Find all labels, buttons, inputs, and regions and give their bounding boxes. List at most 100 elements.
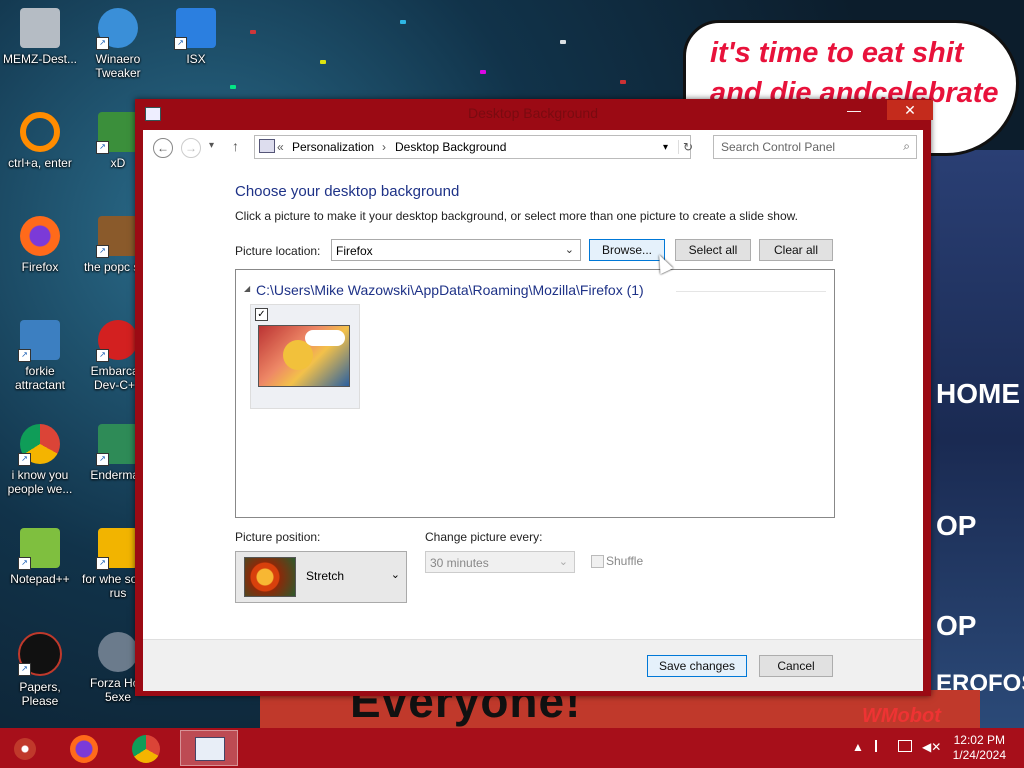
- group-collapse-icon[interactable]: ◢: [244, 284, 250, 293]
- shuffle-label: Shuffle: [606, 554, 644, 568]
- firefox-icon: [70, 735, 98, 763]
- refresh-button[interactable]: ↻: [678, 140, 693, 154]
- desktop-icon-label: Firefox: [21, 260, 59, 274]
- papers-please-icon: ↗: [18, 632, 62, 676]
- shortcut-arrow-icon: ↗: [18, 557, 31, 570]
- chevron-down-icon: ⌄: [564, 244, 574, 256]
- taskbar-chrome[interactable]: [120, 730, 172, 766]
- breadcrumb-personalization[interactable]: Personalization: [292, 140, 374, 154]
- taskbar-control-panel[interactable]: [180, 730, 238, 766]
- taskbar: ▲ ◀✕ 12:02 PM 1/24/2024: [0, 728, 1024, 768]
- desktop-icon-isx[interactable]: ↗ ISX: [156, 8, 236, 66]
- picture-group-header[interactable]: C:\Users\Mike Wazowski\AppData\Roaming\M…: [256, 282, 644, 298]
- clear-all-button[interactable]: Clear all: [759, 239, 833, 261]
- chevron-down-icon: ⌄: [390, 569, 400, 581]
- address-bar[interactable]: « Personalization › Desktop Background ▾…: [254, 135, 693, 159]
- picture-list[interactable]: ◢ C:\Users\Mike Wazowski\AppData\Roaming…: [235, 269, 835, 518]
- picture-location-select[interactable]: Firefox ⌄: [331, 239, 581, 261]
- volume-muted-icon[interactable]: ◀✕: [922, 740, 941, 754]
- system-clock[interactable]: 12:02 PM 1/24/2024: [953, 733, 1006, 763]
- desktop-icon-memz[interactable]: MEMZ-Dest...: [0, 8, 80, 66]
- breadcrumb-separator: ›: [382, 140, 386, 154]
- thumbnail-bubble-shape: [305, 330, 345, 346]
- search-input[interactable]: Search Control Panel ⌕: [713, 135, 917, 159]
- flag-icon[interactable]: [875, 740, 889, 752]
- desktop-icon-papers-please[interactable]: ↗ Papers, Please: [0, 632, 80, 708]
- window-client-area: ← → ▾ ↑ « Personalization › Desktop Back…: [143, 130, 923, 691]
- control-panel-icon: [259, 139, 275, 153]
- minimize-button[interactable]: —: [841, 100, 867, 120]
- flash-icon: [98, 632, 138, 672]
- save-changes-button[interactable]: Save changes: [647, 655, 747, 677]
- change-picture-label: Change picture every:: [425, 530, 543, 544]
- desktop-icon-label: Winaero Tweaker: [95, 52, 141, 80]
- strip-text: OP: [936, 610, 977, 641]
- notepadpp-icon: ↗: [18, 528, 60, 570]
- desktop-icon-label: Notepad++: [10, 572, 70, 586]
- window-app-icon: ↗: [96, 424, 138, 466]
- shortcut-arrow-icon: ↗: [96, 37, 109, 50]
- shortcut-arrow-icon: ↗: [174, 37, 187, 50]
- show-hidden-icons-button[interactable]: ▲: [852, 740, 864, 754]
- start-orb-icon: [14, 738, 36, 760]
- navigation-bar: ← → ▾ ↑ « Personalization › Desktop Back…: [143, 130, 923, 168]
- desktop-icon-label: xD: [110, 156, 126, 170]
- start-button[interactable]: [0, 730, 52, 766]
- strip-text: WMobot: [862, 705, 941, 727]
- search-placeholder: Search Control Panel: [721, 140, 836, 154]
- shortcut-arrow-icon: ↗: [18, 453, 31, 466]
- back-button[interactable]: ←: [153, 138, 173, 158]
- desktop-icon-winaero[interactable]: ↗ Winaero Tweaker: [78, 8, 158, 80]
- title-bar[interactable]: Desktop Background — ✕: [135, 99, 933, 129]
- thumbnail-checkbox[interactable]: ✓: [255, 308, 268, 321]
- shortcut-arrow-icon: ↗: [96, 557, 109, 570]
- monitor-gear-icon: ↗: [18, 320, 60, 362]
- firefox-icon: [20, 216, 60, 256]
- clock-time: 12:02 PM: [953, 733, 1005, 747]
- picture-location-label: Picture location:: [235, 244, 321, 258]
- address-dropdown-icon[interactable]: ▾: [663, 142, 668, 153]
- group-divider: [676, 291, 826, 292]
- search-icon[interactable]: ⌕: [903, 139, 910, 154]
- wallpaper-right-strip: HOME OP OP EROFOS: [930, 150, 1024, 730]
- recent-locations-button[interactable]: ▾: [209, 140, 214, 151]
- recycle-bin-icon: [20, 8, 60, 48]
- speech-line-1: it's time to eat shit: [710, 37, 964, 69]
- picture-location-value: Firefox: [336, 244, 373, 258]
- interval-value: 30 minutes: [430, 556, 489, 570]
- flower-preview-icon: [244, 557, 296, 597]
- up-button[interactable]: ↑: [232, 138, 239, 154]
- desktop-icon-label: ctrl+a, enter: [8, 156, 72, 170]
- shortcut-arrow-icon: ↗: [18, 349, 31, 362]
- folder-icon: ↗: [96, 216, 138, 258]
- picture-thumbnail-item[interactable]: ✓: [250, 304, 360, 409]
- picture-position-value: Stretch: [306, 569, 345, 583]
- desktop-background-window: Desktop Background — ✕ ← → ▾ ↑ « Persona…: [135, 99, 933, 696]
- desktop-icon-ctrl-a[interactable]: ctrl+a, enter: [0, 112, 80, 170]
- picture-thumbnail: [258, 325, 350, 387]
- picture-position-select[interactable]: Stretch ⌄: [235, 551, 407, 603]
- control-panel-icon: [195, 737, 225, 761]
- desktop-icon-firefox[interactable]: Firefox: [0, 216, 80, 274]
- chrome-icon: [132, 735, 160, 763]
- desktop-icon-notepadpp[interactable]: ↗ Notepad++: [0, 528, 80, 586]
- shuffle-checkbox[interactable]: [591, 555, 604, 568]
- desktop-icon-label: ISX: [186, 52, 206, 66]
- clock-date: 1/24/2024: [952, 748, 1006, 762]
- page-subtitle: Click a picture to make it your desktop …: [235, 209, 798, 223]
- hex-editor-icon: ↗: [96, 112, 138, 154]
- window-title: Desktop Background: [468, 105, 598, 121]
- cancel-button[interactable]: Cancel: [759, 655, 833, 677]
- change-picture-interval-select[interactable]: 30 minutes ⌄: [425, 551, 575, 573]
- desktop-icon-chrome[interactable]: ↗ i know you people we...: [0, 424, 80, 496]
- page-heading: Choose your desktop background: [235, 183, 460, 200]
- taskbar-firefox[interactable]: [58, 730, 110, 766]
- close-button[interactable]: ✕: [887, 100, 933, 120]
- desktop-icon-forkie[interactable]: ↗ forkie attractant: [0, 320, 80, 392]
- select-all-button[interactable]: Select all: [675, 239, 751, 261]
- network-icon[interactable]: [898, 740, 912, 752]
- breadcrumb-overflow[interactable]: «: [277, 140, 284, 154]
- forward-button[interactable]: →: [181, 138, 201, 158]
- shortcut-arrow-icon: ↗: [96, 141, 109, 154]
- breadcrumb-desktop-background[interactable]: Desktop Background: [395, 140, 506, 154]
